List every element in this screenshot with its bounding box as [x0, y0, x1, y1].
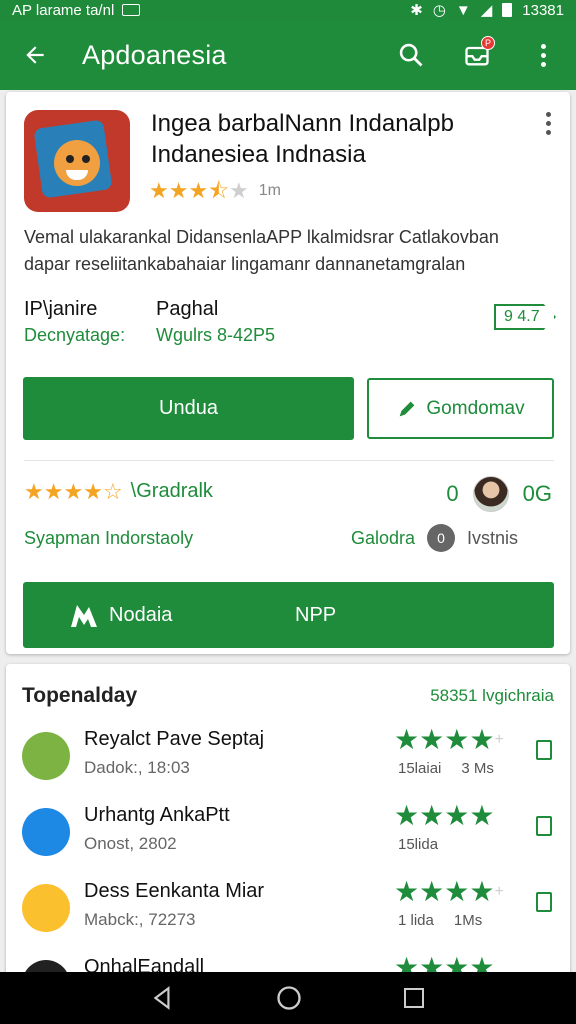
app-rating: ★ ★ ★ ⯪ ★ 1m: [149, 180, 281, 202]
map-icon: [71, 605, 97, 627]
app-description: Vemal ulakarankal DidansenlaAPP lkalmids…: [24, 227, 499, 274]
bookmark-icon[interactable]: [536, 816, 552, 836]
star-icon: ★: [168, 178, 189, 203]
info-icon: 0: [426, 524, 455, 552]
recents-nav-icon[interactable]: [402, 986, 426, 1010]
bookmark-icon[interactable]: [536, 892, 552, 912]
status-time: 13381: [522, 1, 564, 19]
back-nav-icon[interactable]: [150, 985, 176, 1011]
star-icon: ★: [24, 478, 44, 504]
divider: [24, 460, 554, 461]
back-button[interactable]: [0, 20, 70, 90]
rating-stars: ★ ★ ★ ★ +: [394, 724, 504, 755]
rating-stars: ★ ★ ★ ⯪ ★: [149, 180, 249, 202]
notification-icon: [122, 4, 141, 16]
avatar[interactable]: [472, 476, 509, 512]
notification-badge: P: [481, 36, 495, 50]
home-nav-icon[interactable]: [275, 984, 303, 1012]
app-bar: Apdoanesia P: [0, 20, 576, 90]
list-item[interactable]: Reyalct Pave Septaj Dadok:, 18:03 ★ ★ ★ ★ + …: [6, 724, 570, 804]
star-half-icon: ⯪: [208, 178, 230, 203]
app-detail-card: Ingea barbalNann Indanalpb Indanesiea In…: [6, 92, 570, 654]
rating-stars: ★ ★ ★ ★: [394, 800, 495, 831]
developer-name[interactable]: Syapman Indorstaoly: [24, 528, 193, 549]
wide-action-button[interactable]: Nodaia NPP: [23, 582, 554, 648]
signal-icon: ◢: [480, 2, 493, 19]
sub-rating: ★ ★ ★ ★ ☆ \Gradralk: [24, 480, 213, 503]
list-heading: Topenalday: [22, 684, 138, 707]
bluetooth-icon: ✱: [410, 2, 423, 19]
developer-meta: Galodra 0 Ivstnis: [351, 524, 518, 552]
star-icon: ★: [83, 478, 103, 504]
star-outline-icon: ☆: [102, 478, 123, 504]
meta-block-2: Paghal Wgulrs 8-42P5: [156, 298, 276, 345]
star-icon: ★: [229, 178, 249, 203]
list-item[interactable]: Dess Eenkanta Miar Mabck:, 72273 ★ ★ ★ ★ + 1…: [6, 876, 570, 956]
app-title: Ingea barbalNann Indanalpb Indanesiea In…: [151, 110, 454, 168]
app-icon: [22, 884, 70, 932]
battery-icon: [502, 3, 513, 17]
star-icon: ★: [63, 478, 84, 504]
install-button[interactable]: Undua: [23, 377, 354, 440]
rating-tag[interactable]: 9 4.7: [494, 304, 556, 330]
meta-block-1: IP\janire Decnyatage:: [24, 298, 126, 345]
arrow-back-icon: [26, 46, 44, 64]
navigation-bar: [0, 972, 576, 1024]
app-bar-title: Apdoanesia: [82, 39, 227, 70]
list-more-link[interactable]: 58351 lvgichraia: [430, 686, 554, 706]
search-button[interactable]: [378, 20, 444, 90]
bookmark-icon[interactable]: [536, 740, 552, 760]
sub-rating-stars: ★ ★ ★ ★ ☆: [24, 478, 123, 504]
sub-rating-label: \Gradralk: [130, 480, 213, 502]
more-vert-icon: [533, 43, 553, 67]
top-list-card: Topenalday 58351 lvgichraia Reyalct Pave…: [6, 664, 570, 984]
app-icon: [22, 808, 70, 856]
list-item[interactable]: Urhantg AnkaPtt Onost, 2802 ★ ★ ★ ★ 15lida: [6, 800, 570, 880]
app-icon: [22, 732, 70, 780]
sub-rating-right: 0 0G: [446, 476, 552, 512]
status-bar: AP larame ta/nl ✱ ◷ ▼ ◢ 13381: [0, 0, 576, 20]
rating-stars: ★ ★ ★ ★ +: [394, 876, 504, 907]
app-icon: [24, 110, 130, 212]
star-icon: ★: [149, 178, 169, 203]
status-left-text: AP larame ta/nl: [12, 1, 115, 19]
star-icon: ★: [188, 178, 209, 203]
inbox-button[interactable]: P: [444, 20, 510, 90]
secondary-button[interactable]: Gomdomav: [367, 378, 554, 439]
search-icon: [399, 43, 423, 67]
star-icon: ★: [43, 478, 64, 504]
rating-count: 1m: [258, 182, 282, 199]
overflow-menu-button[interactable]: [510, 20, 576, 90]
pencil-icon: [400, 401, 415, 416]
card-more-icon[interactable]: [538, 112, 558, 135]
wifi-icon: ▼: [455, 1, 471, 19]
alarm-icon: ◷: [432, 2, 446, 19]
